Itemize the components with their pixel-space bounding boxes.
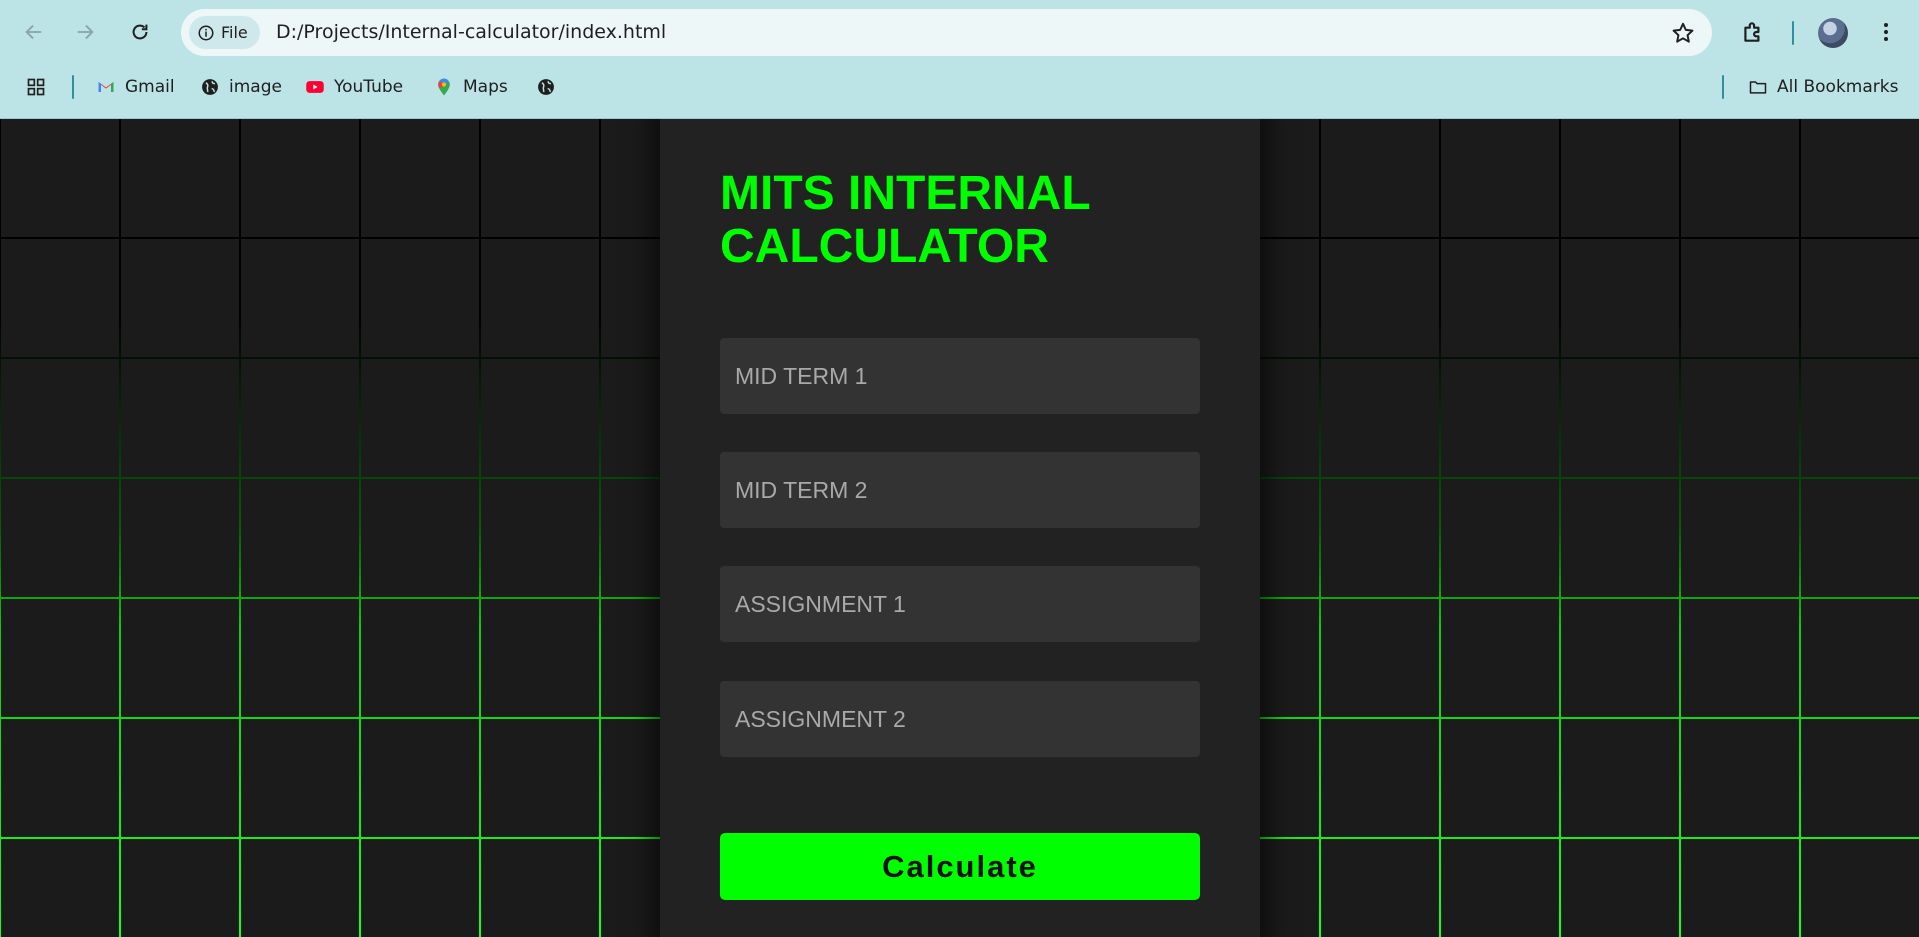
kebab-menu-icon	[1884, 23, 1888, 41]
youtube-icon	[306, 81, 324, 93]
extensions-button[interactable]	[1735, 14, 1771, 50]
toolbar-divider	[1792, 21, 1794, 45]
apps-grid-icon	[27, 78, 45, 96]
assignment-1-input[interactable]	[720, 566, 1200, 642]
assignment-2-input[interactable]	[720, 681, 1200, 757]
page-viewport: MITS INTERNAL CALCULATOR Calculate	[0, 119, 1919, 937]
browser-menu-button[interactable]	[1868, 14, 1904, 50]
bookmarks-right-divider	[1722, 75, 1724, 99]
site-chip-label: File	[221, 23, 248, 42]
forward-button[interactable]	[67, 14, 103, 50]
site-info-chip[interactable]: File	[189, 16, 260, 49]
address-bar[interactable]: File D:/Projects/Internal-calculator/ind…	[181, 9, 1712, 56]
page-title: MITS INTERNAL CALCULATOR	[720, 167, 1090, 273]
reload-button[interactable]	[122, 14, 158, 50]
url-text[interactable]: D:/Projects/Internal-calculator/index.ht…	[276, 21, 666, 43]
bookmark-star-icon[interactable]	[1670, 20, 1696, 46]
bookmark-youtube[interactable]: YouTube	[305, 74, 403, 100]
bookmark-label: Gmail	[125, 77, 175, 97]
bookmark-image[interactable]: image	[200, 74, 282, 100]
bookmark-gmail[interactable]: Gmail	[96, 74, 175, 100]
bookmark-label: YouTube	[334, 77, 404, 97]
bookmark-maps[interactable]: Maps	[434, 74, 508, 100]
bookmark-untitled[interactable]	[536, 74, 565, 100]
gmail-icon	[98, 82, 114, 92]
bookmarks-divider	[72, 75, 74, 99]
forward-arrow-icon	[77, 24, 94, 40]
globe-icon	[538, 79, 554, 95]
back-arrow-icon	[25, 24, 42, 40]
all-bookmarks-label: All Bookmarks	[1777, 77, 1899, 97]
calculator-card: MITS INTERNAL CALCULATOR Calculate	[660, 119, 1260, 937]
browser-toolbar: File D:/Projects/Internal-calculator/ind…	[0, 0, 1919, 66]
apps-button[interactable]	[26, 74, 46, 100]
browser-chrome: File D:/Projects/Internal-calculator/ind…	[0, 0, 1919, 119]
profile-avatar[interactable]	[1818, 18, 1848, 48]
reload-icon	[132, 24, 148, 40]
mid-term-2-input[interactable]	[720, 452, 1200, 528]
globe-icon	[202, 79, 218, 95]
bookmarks-bar: Gmail image YouTube Maps All Bookmarks	[0, 66, 1919, 108]
bookmark-label: Maps	[463, 77, 508, 97]
maps-icon	[438, 78, 450, 96]
info-icon	[198, 25, 214, 40]
all-bookmarks-button[interactable]: All Bookmarks	[1748, 74, 1898, 100]
puzzle-icon	[1744, 22, 1760, 42]
back-button[interactable]	[16, 14, 52, 50]
bookmark-label: image	[229, 77, 282, 97]
calculate-button[interactable]: Calculate	[720, 833, 1200, 900]
mid-term-1-input[interactable]	[720, 338, 1200, 414]
folder-icon	[1749, 81, 1767, 94]
